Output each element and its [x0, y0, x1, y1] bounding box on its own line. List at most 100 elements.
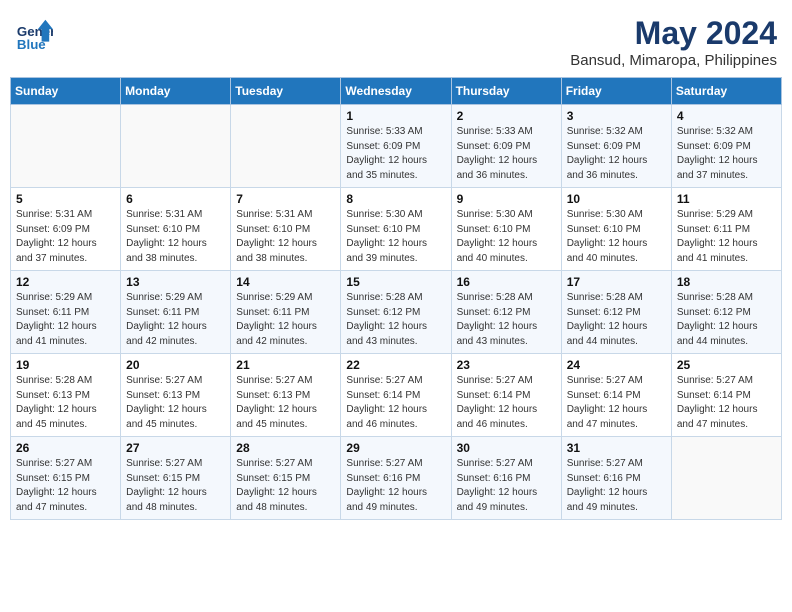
cell-sun-info: Sunrise: 5:29 AM Sunset: 6:11 PM Dayligh…	[236, 291, 335, 349]
day-number: 17	[567, 275, 666, 289]
calendar-cell: 18Sunrise: 5:28 AM Sunset: 6:12 PM Dayli…	[671, 271, 781, 354]
weekday-header: Monday	[121, 78, 231, 105]
day-number: 30	[457, 441, 556, 455]
calendar-cell: 9 Sunrise: 5:30 AM Sunset: 6:10 PM Daylig…	[451, 188, 561, 271]
cell-sun-info: Sunrise: 5:27 AM Sunset: 6:14 PM Dayligh…	[677, 374, 776, 432]
calendar-cell: 21 Sunrise: 5:27 AM Sunset: 6:13 PM Dayli…	[231, 354, 341, 437]
calendar-cell: 28Sunrise: 5:27 AM Sunset: 6:15 PM Dayli…	[231, 437, 341, 520]
calendar-week-row: 5 Sunrise: 5:31 AM Sunset: 6:09 PM Daylig…	[11, 188, 782, 271]
cell-sun-info: Sunrise: 5:31 AM Sunset: 6:10 PM Dayligh…	[126, 208, 225, 266]
cell-sun-info: Sunrise: 5:27 AM Sunset: 6:15 PM Dayligh…	[16, 457, 115, 515]
cell-sun-info: Sunrise: 5:30 AM Sunset: 6:10 PM Dayligh…	[457, 208, 556, 266]
day-number: 9	[457, 192, 556, 206]
day-number: 14	[236, 275, 335, 289]
page-header: General Blue May 2024 Bansud, Mimaropa, …	[10, 10, 782, 69]
cell-sun-info: Sunrise: 5:28 AM Sunset: 6:12 PM Dayligh…	[567, 291, 666, 349]
calendar-header-row: SundayMondayTuesdayWednesdayThursdayFrid…	[11, 78, 782, 105]
cell-sun-info: Sunrise: 5:32 AM Sunset: 6:09 PM Dayligh…	[567, 125, 666, 183]
calendar-cell: 24 Sunrise: 5:27 AM Sunset: 6:14 PM Dayli…	[561, 354, 671, 437]
cell-sun-info: Sunrise: 5:28 AM Sunset: 6:12 PM Dayligh…	[346, 291, 445, 349]
cell-sun-info: Sunrise: 5:32 AM Sunset: 6:09 PM Dayligh…	[677, 125, 776, 183]
calendar-cell: 1 Sunrise: 5:33 AM Sunset: 6:09 PM Daylig…	[341, 105, 451, 188]
day-number: 18	[677, 275, 776, 289]
cell-sun-info: Sunrise: 5:30 AM Sunset: 6:10 PM Dayligh…	[346, 208, 445, 266]
weekday-header: Sunday	[11, 78, 121, 105]
calendar-week-row: 19 Sunrise: 5:28 AM Sunset: 6:13 PM Dayli…	[11, 354, 782, 437]
cell-sun-info: Sunrise: 5:27 AM Sunset: 6:15 PM Dayligh…	[236, 457, 335, 515]
cell-sun-info: Sunrise: 5:33 AM Sunset: 6:09 PM Dayligh…	[457, 125, 556, 183]
cell-sun-info: Sunrise: 5:27 AM Sunset: 6:14 PM Dayligh…	[567, 374, 666, 432]
logo: General Blue	[15, 15, 57, 53]
calendar-cell: 22 Sunrise: 5:27 AM Sunset: 6:14 PM Dayli…	[341, 354, 451, 437]
cell-sun-info: Sunrise: 5:27 AM Sunset: 6:14 PM Dayligh…	[457, 374, 556, 432]
day-number: 4	[677, 109, 776, 123]
calendar-cell	[11, 105, 121, 188]
day-number: 26	[16, 441, 115, 455]
calendar-cell: 12 Sunrise: 5:29 AM Sunset: 6:11 PM Dayli…	[11, 271, 121, 354]
cell-sun-info: Sunrise: 5:28 AM Sunset: 6:12 PM Dayligh…	[457, 291, 556, 349]
calendar-cell: 25Sunrise: 5:27 AM Sunset: 6:14 PM Dayli…	[671, 354, 781, 437]
calendar-cell: 17 Sunrise: 5:28 AM Sunset: 6:12 PM Dayli…	[561, 271, 671, 354]
day-number: 24	[567, 358, 666, 372]
weekday-header: Thursday	[451, 78, 561, 105]
month-year: May 2024	[570, 15, 777, 52]
calendar-cell	[121, 105, 231, 188]
cell-sun-info: Sunrise: 5:29 AM Sunset: 6:11 PM Dayligh…	[16, 291, 115, 349]
calendar-cell	[671, 437, 781, 520]
calendar-week-row: 26 Sunrise: 5:27 AM Sunset: 6:15 PM Dayli…	[11, 437, 782, 520]
day-number: 13	[126, 275, 225, 289]
calendar-cell: 29 Sunrise: 5:27 AM Sunset: 6:16 PM Dayli…	[341, 437, 451, 520]
cell-sun-info: Sunrise: 5:29 AM Sunset: 6:11 PM Dayligh…	[677, 208, 776, 266]
cell-sun-info: Sunrise: 5:30 AM Sunset: 6:10 PM Dayligh…	[567, 208, 666, 266]
calendar-cell: 26 Sunrise: 5:27 AM Sunset: 6:15 PM Dayli…	[11, 437, 121, 520]
cell-sun-info: Sunrise: 5:27 AM Sunset: 6:16 PM Dayligh…	[457, 457, 556, 515]
day-number: 7	[236, 192, 335, 206]
day-number: 15	[346, 275, 445, 289]
day-number: 16	[457, 275, 556, 289]
day-number: 19	[16, 358, 115, 372]
title-block: May 2024 Bansud, Mimaropa, Philippines	[570, 15, 777, 69]
day-number: 10	[567, 192, 666, 206]
calendar-cell: 2Sunrise: 5:33 AM Sunset: 6:09 PM Daylig…	[451, 105, 561, 188]
day-number: 1	[346, 109, 445, 123]
calendar-cell: 8Sunrise: 5:30 AM Sunset: 6:10 PM Daylig…	[341, 188, 451, 271]
calendar-week-row: 12 Sunrise: 5:29 AM Sunset: 6:11 PM Dayli…	[11, 271, 782, 354]
calendar-cell: 3Sunrise: 5:32 AM Sunset: 6:09 PM Daylig…	[561, 105, 671, 188]
cell-sun-info: Sunrise: 5:27 AM Sunset: 6:13 PM Dayligh…	[126, 374, 225, 432]
cell-sun-info: Sunrise: 5:28 AM Sunset: 6:13 PM Dayligh…	[16, 374, 115, 432]
calendar-cell: 27 Sunrise: 5:27 AM Sunset: 6:15 PM Dayli…	[121, 437, 231, 520]
day-number: 11	[677, 192, 776, 206]
weekday-header: Friday	[561, 78, 671, 105]
cell-sun-info: Sunrise: 5:29 AM Sunset: 6:11 PM Dayligh…	[126, 291, 225, 349]
day-number: 31	[567, 441, 666, 455]
cell-sun-info: Sunrise: 5:27 AM Sunset: 6:13 PM Dayligh…	[236, 374, 335, 432]
calendar-cell: 5 Sunrise: 5:31 AM Sunset: 6:09 PM Daylig…	[11, 188, 121, 271]
day-number: 6	[126, 192, 225, 206]
day-number: 12	[16, 275, 115, 289]
calendar-cell: 6 Sunrise: 5:31 AM Sunset: 6:10 PM Daylig…	[121, 188, 231, 271]
calendar-body: 1 Sunrise: 5:33 AM Sunset: 6:09 PM Daylig…	[11, 105, 782, 520]
svg-text:Blue: Blue	[17, 37, 46, 52]
day-number: 27	[126, 441, 225, 455]
calendar-cell	[231, 105, 341, 188]
cell-sun-info: Sunrise: 5:27 AM Sunset: 6:15 PM Dayligh…	[126, 457, 225, 515]
cell-sun-info: Sunrise: 5:31 AM Sunset: 6:09 PM Dayligh…	[16, 208, 115, 266]
location: Bansud, Mimaropa, Philippines	[570, 52, 777, 69]
calendar-cell: 14 Sunrise: 5:29 AM Sunset: 6:11 PM Dayli…	[231, 271, 341, 354]
cell-sun-info: Sunrise: 5:33 AM Sunset: 6:09 PM Dayligh…	[346, 125, 445, 183]
cell-sun-info: Sunrise: 5:27 AM Sunset: 6:14 PM Dayligh…	[346, 374, 445, 432]
calendar-cell: 20Sunrise: 5:27 AM Sunset: 6:13 PM Dayli…	[121, 354, 231, 437]
day-number: 29	[346, 441, 445, 455]
calendar-cell: 10 Sunrise: 5:30 AM Sunset: 6:10 PM Dayli…	[561, 188, 671, 271]
calendar-table: SundayMondayTuesdayWednesdayThursdayFrid…	[10, 77, 782, 520]
day-number: 5	[16, 192, 115, 206]
cell-sun-info: Sunrise: 5:27 AM Sunset: 6:16 PM Dayligh…	[346, 457, 445, 515]
weekday-header: Tuesday	[231, 78, 341, 105]
calendar-week-row: 1 Sunrise: 5:33 AM Sunset: 6:09 PM Daylig…	[11, 105, 782, 188]
calendar-cell: 16 Sunrise: 5:28 AM Sunset: 6:12 PM Dayli…	[451, 271, 561, 354]
day-number: 21	[236, 358, 335, 372]
cell-sun-info: Sunrise: 5:31 AM Sunset: 6:10 PM Dayligh…	[236, 208, 335, 266]
day-number: 22	[346, 358, 445, 372]
calendar-cell: 19 Sunrise: 5:28 AM Sunset: 6:13 PM Dayli…	[11, 354, 121, 437]
logo-icon: General Blue	[15, 15, 53, 53]
